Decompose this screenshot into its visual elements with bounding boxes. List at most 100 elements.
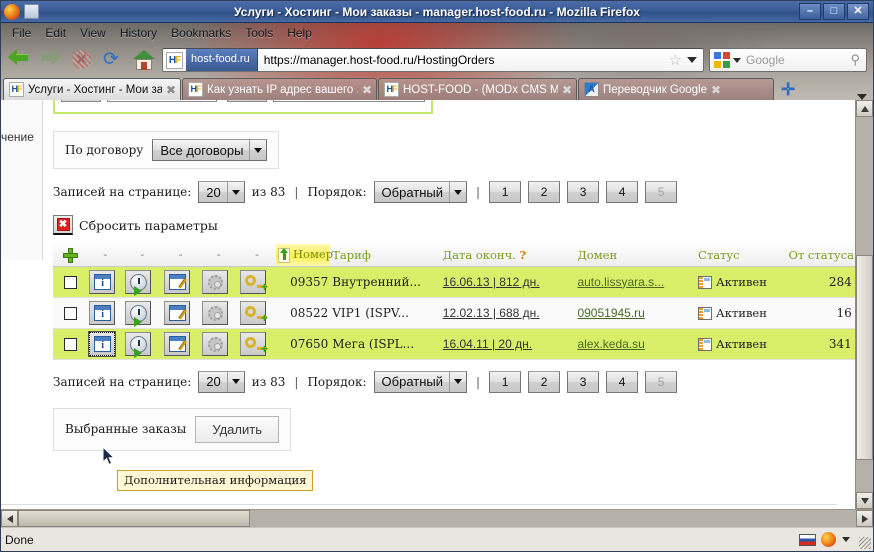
add-key-button[interactable] [239,269,268,294]
ru-flag-icon[interactable] [799,533,816,546]
header-domain[interactable]: Домен [575,244,697,267]
vertical-scroll-thumb[interactable] [856,255,873,460]
page-button-1[interactable]: 1 [489,181,522,203]
row-action-info[interactable] [87,328,124,360]
forward-button[interactable] [38,47,64,73]
row-domain-link[interactable]: alex.keda.su [577,337,644,351]
order-select[interactable]: Обратный [373,181,468,203]
row-checkbox[interactable] [63,275,77,289]
tab-close-icon[interactable]: ✖ [166,83,176,97]
close-button[interactable]: ✕ [847,3,869,20]
vertical-scroll-track-lower[interactable] [856,460,873,492]
row-domain-link[interactable]: 09051945.ru [577,306,644,320]
menu-item-bookmarks[interactable]: Bookmarks [164,24,238,42]
info-button[interactable] [88,330,117,357]
maximize-button[interactable]: □ [823,3,845,20]
row-checkbox-cell[interactable] [53,297,88,329]
row-date-end-link[interactable]: 16.04.11 | 20 дн. [443,337,532,351]
add-key-button[interactable] [239,300,268,325]
filter-button-left[interactable] [61,100,101,102]
renew-button[interactable] [125,269,152,296]
page-button-1[interactable]: 1 [489,370,522,393]
row-checkbox[interactable] [63,337,77,351]
tab-close-icon[interactable]: ✖ [711,83,721,97]
site-identity-badge[interactable]: host-food.ru [186,49,258,71]
new-tab-button[interactable]: ✛ [775,80,801,100]
per-page-select[interactable]: 20 [198,370,245,393]
horizontal-scroll-track[interactable] [18,510,856,527]
row-action-renew[interactable] [123,297,162,329]
row-action-renew[interactable] [123,328,162,360]
header-add-order[interactable] [53,244,88,267]
scroll-down-button[interactable] [856,492,873,509]
help-icon[interactable]: ? [520,248,527,262]
header-date-end[interactable]: Дата оконч. ? [440,244,576,267]
tab-host-food-modx[interactable]: HF HOST-FOOD - (MODx CMS Ma... ✖ [378,78,577,100]
url-bar[interactable]: HF host-food.ru https://manager.host-foo… [162,48,704,72]
page-button-4[interactable]: 4 [606,181,639,203]
reload-button[interactable]: ⟳ [100,47,126,73]
row-action-edit[interactable] [161,297,200,329]
url-dropdown-icon[interactable] [687,57,697,63]
add-key-button[interactable] [239,331,268,356]
page-button-2[interactable]: 2 [528,370,561,393]
contract-select[interactable]: Все договоры [152,139,268,161]
renew-button[interactable] [125,331,152,358]
filter-button-right[interactable] [227,100,267,102]
table-row[interactable]: 09357 Внутренний... 16.06.13 | 812 дн. a… [53,266,855,298]
row-action-info[interactable] [87,266,124,298]
page-button-3[interactable]: 3 [567,370,600,393]
per-page-select[interactable]: 20 [198,181,245,203]
row-date-end-link[interactable]: 16.06.13 | 812 дн. [443,275,540,289]
search-bar[interactable]: Google ⚲ [709,48,867,72]
row-domain-link[interactable]: auto.lissyara.s... [577,275,664,289]
scroll-right-button[interactable] [856,510,873,527]
row-action-info[interactable] [87,297,124,329]
row-action-key[interactable] [237,328,277,360]
row-action-settings[interactable] [199,266,238,298]
row-action-renew[interactable] [123,266,162,298]
home-button[interactable] [131,47,157,73]
edit-button[interactable] [163,331,190,356]
tab-uslugi-hosting[interactable]: HF Услуги - Хостинг - Мои заказ... ✖ [3,78,181,100]
row-action-key[interactable] [237,297,277,329]
edit-button[interactable] [163,269,190,294]
tab-close-icon[interactable]: ✖ [562,83,572,97]
table-row[interactable]: 08522 VIP1 (ISPV... 12.02.13 | 688 дн. 0… [53,297,855,329]
settings-button[interactable] [201,269,228,294]
row-action-edit[interactable] [161,328,200,360]
search-input[interactable]: Google [746,53,850,67]
page-button-3[interactable]: 3 [567,181,600,203]
info-button[interactable] [89,300,116,325]
settings-button[interactable] [201,300,228,325]
page-button-2[interactable]: 2 [528,181,561,203]
row-action-key[interactable] [237,266,277,298]
header-from-status[interactable]: От статуса [786,244,855,267]
menu-item-file[interactable]: File [5,24,38,42]
chevron-down-icon[interactable] [842,537,850,542]
order-select[interactable]: Обратный [373,370,468,393]
menu-item-tools[interactable]: Tools [238,24,280,42]
search-engine-dropdown-icon[interactable] [733,57,741,63]
delete-button[interactable]: Удалить [195,415,279,443]
scroll-left-button[interactable] [1,510,18,527]
minimize-button[interactable]: – [799,3,821,20]
menu-item-view[interactable]: View [73,24,113,42]
resize-grip-icon[interactable] [859,537,871,549]
tab-close-icon[interactable]: ✖ [362,83,372,97]
menu-item-history[interactable]: History [113,24,164,42]
row-checkbox-cell[interactable] [53,328,88,360]
row-action-settings[interactable] [199,297,238,329]
vertical-scroll-track-upper[interactable] [856,117,873,255]
row-action-settings[interactable] [199,328,238,360]
settings-button[interactable] [201,331,228,356]
scroll-up-button[interactable] [856,100,873,117]
url-input[interactable]: https://manager.host-food.ru/HostingOrde… [258,53,667,67]
filter-field-right[interactable] [273,100,425,102]
reset-parameters-row[interactable]: ✖ Сбросить параметры [53,215,837,235]
table-row[interactable]: 07650 Мега (ISPL... 16.04.11 | 20 дн. al… [53,328,855,360]
reset-close-icon[interactable]: ✖ [53,215,73,235]
header-status[interactable]: Статус [696,244,787,267]
row-checkbox[interactable] [63,306,77,320]
filter-field-left[interactable] [107,100,217,102]
